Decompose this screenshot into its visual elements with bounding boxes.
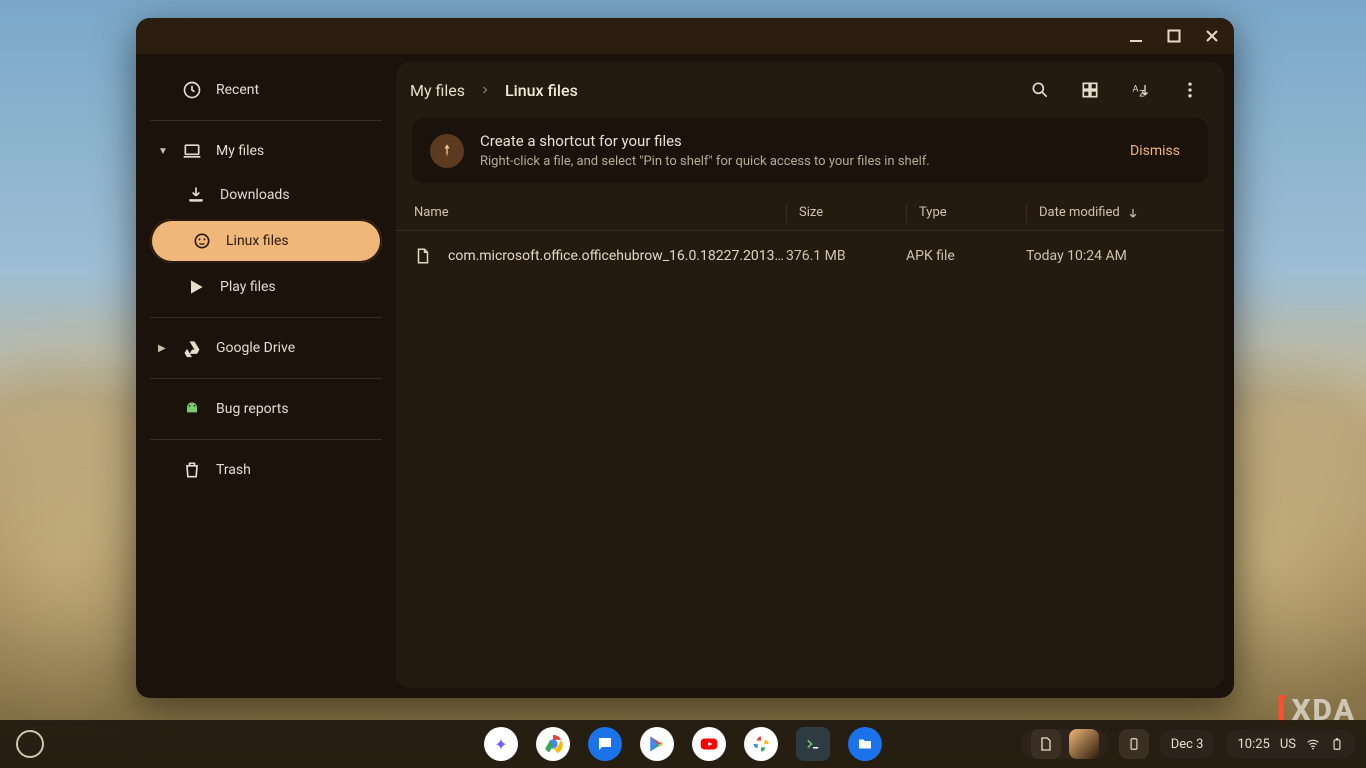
file-size: 376.1 MB: [786, 248, 906, 264]
sort-button[interactable]: AZ: [1120, 70, 1160, 110]
window-titlebar: [136, 18, 1234, 54]
sidebar-item-myfiles[interactable]: ▼ My files: [144, 129, 388, 173]
banner-description: Right-click a file, and select "Pin to s…: [480, 154, 930, 169]
date-pill[interactable]: Dec 3: [1159, 729, 1216, 759]
sidebar-item-google-drive[interactable]: ▶ Google Drive: [144, 326, 388, 370]
shelf-right: Dec 3 10:25 US: [1021, 729, 1356, 759]
files-app-window: Recent ▼ My files Downloads: [136, 18, 1234, 698]
android-icon: [182, 399, 202, 419]
sidebar-item-label: Downloads: [220, 187, 290, 203]
sidebar-item-label: My files: [216, 143, 264, 159]
tote-file-icon[interactable]: [1031, 729, 1061, 759]
file-type: APK file: [906, 248, 1026, 264]
messages-app-icon[interactable]: [588, 727, 622, 761]
desktop: Recent ▼ My files Downloads: [0, 0, 1366, 768]
sidebar-item-label: Google Drive: [216, 340, 295, 356]
trash-icon: [182, 460, 202, 480]
more-vert-icon: [1180, 80, 1200, 100]
column-label: Name: [414, 205, 449, 220]
column-size[interactable]: Size: [786, 204, 906, 222]
svg-text:A: A: [1133, 85, 1139, 95]
shelf-date: Dec 3: [1171, 737, 1204, 752]
file-modified: Today 10:24 AM: [1026, 248, 1206, 264]
search-icon: [1030, 80, 1050, 100]
sidebar-item-linux-files[interactable]: Linux files: [150, 219, 382, 263]
shortcut-tip-banner: Create a shortcut for your files Right-c…: [412, 118, 1208, 183]
grid-icon: [1080, 80, 1100, 100]
column-name[interactable]: Name: [414, 205, 786, 220]
tote-tray[interactable]: [1021, 729, 1109, 759]
play-store-app-icon[interactable]: [640, 727, 674, 761]
toolbar: My files Linux files AZ: [396, 62, 1224, 118]
breadcrumb-root[interactable]: My files: [410, 81, 465, 100]
sidebar-divider: [150, 439, 382, 440]
main-panel: My files Linux files AZ: [396, 62, 1224, 688]
view-toggle-button[interactable]: [1070, 70, 1110, 110]
sidebar-item-recent[interactable]: Recent: [144, 68, 388, 112]
sidebar-item-label: Linux files: [226, 233, 289, 249]
file-icon: [414, 247, 432, 265]
shelf-locale: US: [1280, 737, 1296, 752]
column-label: Type: [919, 205, 947, 220]
close-button[interactable]: [1202, 26, 1222, 46]
sidebar-item-bug-reports[interactable]: Bug reports: [144, 387, 388, 431]
tote-thumbnail[interactable]: [1069, 729, 1099, 759]
sidebar-item-label: Trash: [216, 462, 251, 478]
search-button[interactable]: [1020, 70, 1060, 110]
sidebar-item-label: Bug reports: [216, 401, 289, 417]
sidebar-divider: [150, 120, 382, 121]
banner-title: Create a shortcut for your files: [480, 132, 930, 150]
shelf-apps: ✦: [484, 727, 882, 761]
column-label: Size: [799, 205, 823, 220]
file-name: com.microsoft.office.officehubrow_16.0.1…: [448, 248, 786, 264]
launcher-button[interactable]: [16, 730, 44, 758]
breadcrumb-current: Linux files: [505, 81, 578, 100]
phone-hub-button[interactable]: [1119, 729, 1149, 759]
youtube-app-icon[interactable]: [692, 727, 726, 761]
drive-icon: [182, 338, 202, 358]
shelf: ✦: [0, 720, 1366, 768]
chevron-right-icon: ▶: [158, 343, 168, 354]
sidebar-item-label: Recent: [216, 82, 259, 98]
sort-az-icon: AZ: [1130, 80, 1150, 100]
sidebar-item-trash[interactable]: Trash: [144, 448, 388, 492]
chrome-app-icon[interactable]: [536, 727, 570, 761]
sidebar: Recent ▼ My files Downloads: [136, 54, 396, 698]
sidebar-divider: [150, 378, 382, 379]
laptop-icon: [182, 141, 202, 161]
maximize-button[interactable]: [1164, 26, 1184, 46]
column-type[interactable]: Type: [906, 204, 1026, 222]
minimize-button[interactable]: [1126, 26, 1146, 46]
sidebar-item-downloads[interactable]: Downloads: [144, 173, 388, 217]
play-icon: [186, 277, 206, 297]
arrow-down-icon: [1126, 206, 1140, 220]
pin-icon: [430, 134, 464, 168]
banner-text: Create a shortcut for your files Right-c…: [480, 132, 930, 169]
wifi-icon: [1306, 737, 1320, 751]
sidebar-item-play-files[interactable]: Play files: [144, 265, 388, 309]
column-label: Date modified: [1039, 205, 1120, 220]
clock-icon: [182, 80, 202, 100]
linux-icon: [192, 231, 212, 251]
photos-app-icon[interactable]: [744, 727, 778, 761]
sidebar-divider: [150, 317, 382, 318]
battery-icon: [1330, 737, 1344, 751]
files-app-icon[interactable]: [848, 727, 882, 761]
sidebar-item-label: Play files: [220, 279, 276, 295]
shelf-time: 10:25: [1237, 737, 1269, 752]
chevron-down-icon: ▼: [158, 146, 168, 157]
status-tray[interactable]: 10:25 US: [1225, 729, 1356, 759]
column-date-modified[interactable]: Date modified: [1026, 204, 1206, 222]
gemini-app-icon[interactable]: ✦: [484, 727, 518, 761]
breadcrumb: My files Linux files: [410, 81, 578, 100]
table-header: Name Size Type Date modified: [396, 195, 1224, 231]
download-icon: [186, 185, 206, 205]
chevron-right-icon: [479, 81, 491, 100]
dismiss-button[interactable]: Dismiss: [1120, 137, 1190, 165]
terminal-app-icon[interactable]: [796, 727, 830, 761]
more-menu-button[interactable]: [1170, 70, 1210, 110]
table-row[interactable]: com.microsoft.office.officehubrow_16.0.1…: [396, 231, 1224, 281]
